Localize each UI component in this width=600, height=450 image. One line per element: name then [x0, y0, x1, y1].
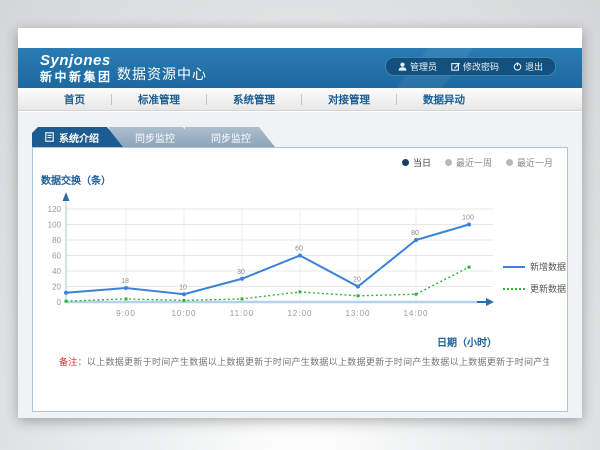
- footnote: 备注：以上数据更新于时间产生数据以上数据更新于时间产生数据以上数据更新于时间产生…: [59, 355, 549, 368]
- svg-text:10:00: 10:00: [171, 309, 196, 318]
- legend-label: 更新数据: [530, 282, 566, 295]
- svg-text:0: 0: [57, 298, 62, 307]
- radio-label: 当日: [413, 156, 431, 169]
- y-axis-title: 数据交换（条）: [41, 172, 111, 187]
- radio-label: 最近一周: [456, 156, 492, 169]
- line-chart: 0 20 40 60 80 100 120 9:00 10:00 11:00 12:00 13:00 1…: [33, 176, 567, 356]
- current-user-button[interactable]: 管理员: [398, 60, 437, 73]
- company-logo: Synjones 新中新集团: [40, 53, 113, 83]
- legend-item-new-data: 新增数据: [503, 260, 566, 273]
- svg-text:10: 10: [179, 284, 187, 291]
- radio-dot: [506, 159, 513, 166]
- svg-text:20: 20: [52, 283, 61, 292]
- svg-text:20: 20: [353, 277, 361, 284]
- tab-system-intro[interactable]: 系统介绍: [32, 127, 123, 147]
- svg-text:80: 80: [52, 236, 61, 245]
- tab-label: 同步监控: [211, 130, 251, 145]
- power-icon: [513, 62, 522, 71]
- x-axis-title: 日期（小时）: [437, 334, 497, 349]
- content-area: 系统介绍 同步监控 同步监控 当日 最近一周: [18, 112, 582, 418]
- time-range-selector: 当日 最近一周 最近一月: [402, 156, 553, 169]
- logout-label: 退出: [525, 60, 543, 73]
- svg-text:11:00: 11:00: [230, 309, 254, 318]
- svg-text:13:00: 13:00: [345, 309, 370, 318]
- svg-text:30: 30: [237, 269, 245, 276]
- radio-today[interactable]: 当日: [402, 156, 431, 169]
- document-icon: [45, 132, 54, 142]
- nav-item-system-mgmt[interactable]: 系统管理: [207, 92, 301, 107]
- svg-text:100: 100: [48, 221, 62, 230]
- current-user-label: 管理员: [410, 60, 437, 73]
- nav-item-home[interactable]: 首页: [38, 92, 111, 107]
- radio-dot: [402, 159, 409, 166]
- change-password-label: 修改密码: [463, 60, 499, 73]
- tab-bar: 系统介绍 同步监控 同步监控: [32, 127, 275, 147]
- legend-label: 新增数据: [530, 260, 566, 273]
- svg-text:80: 80: [411, 230, 419, 237]
- logo-text-cn: 新中新集团: [40, 71, 113, 83]
- app-header: Synjones 新中新集团 数据资源中心 管理员 修改密码: [18, 48, 582, 88]
- svg-text:40: 40: [52, 267, 61, 276]
- logout-button[interactable]: 退出: [513, 60, 543, 73]
- edit-icon: [451, 62, 460, 71]
- change-password-button[interactable]: 修改密码: [451, 60, 499, 73]
- logo-text-en: Synjones: [40, 53, 113, 68]
- radio-dot: [445, 159, 452, 166]
- user-toolbar: 管理员 修改密码 退出: [385, 57, 556, 76]
- svg-text:18: 18: [121, 278, 129, 285]
- svg-text:9:00: 9:00: [116, 309, 136, 318]
- dotted-line-swatch-icon: [503, 288, 525, 290]
- radio-label: 最近一月: [517, 156, 553, 169]
- footnote-text: ：以上数据更新于时间产生数据以上数据更新于时间产生数据以上数据更新于时间产生数据…: [78, 357, 549, 367]
- tab-sync-monitor-2[interactable]: 同步监控: [185, 127, 275, 147]
- user-icon: [398, 62, 407, 71]
- radio-last-week[interactable]: 最近一周: [445, 156, 492, 169]
- legend-item-updated-data: 更新数据: [503, 282, 566, 295]
- main-nav: 首页 标准管理 系统管理 对接管理 数据异动: [18, 88, 582, 111]
- svg-text:14:00: 14:00: [403, 309, 428, 318]
- chart-legend: 新增数据 更新数据: [503, 260, 566, 304]
- footnote-label: 备注: [59, 357, 78, 367]
- svg-text:120: 120: [48, 205, 62, 214]
- svg-text:12:00: 12:00: [287, 309, 312, 318]
- tab-label: 同步监控: [135, 130, 175, 145]
- nav-item-standard-mgmt[interactable]: 标准管理: [112, 92, 206, 107]
- svg-text:100: 100: [462, 215, 474, 222]
- tab-label: 系统介绍: [59, 130, 99, 145]
- radio-last-month[interactable]: 最近一月: [506, 156, 553, 169]
- svg-text:60: 60: [52, 252, 61, 261]
- line-swatch-icon: [503, 266, 525, 268]
- page-title: 数据资源中心: [117, 64, 207, 84]
- app-window: Synjones 新中新集团 数据资源中心 管理员 修改密码: [18, 28, 582, 418]
- svg-text:60: 60: [295, 246, 303, 253]
- nav-item-interface-mgmt[interactable]: 对接管理: [302, 92, 396, 107]
- chart-panel: 当日 最近一周 最近一月 数据交换（条） 0 20 40 60 80 100 120 9:00…: [32, 147, 568, 412]
- nav-item-data-change[interactable]: 数据异动: [397, 92, 491, 107]
